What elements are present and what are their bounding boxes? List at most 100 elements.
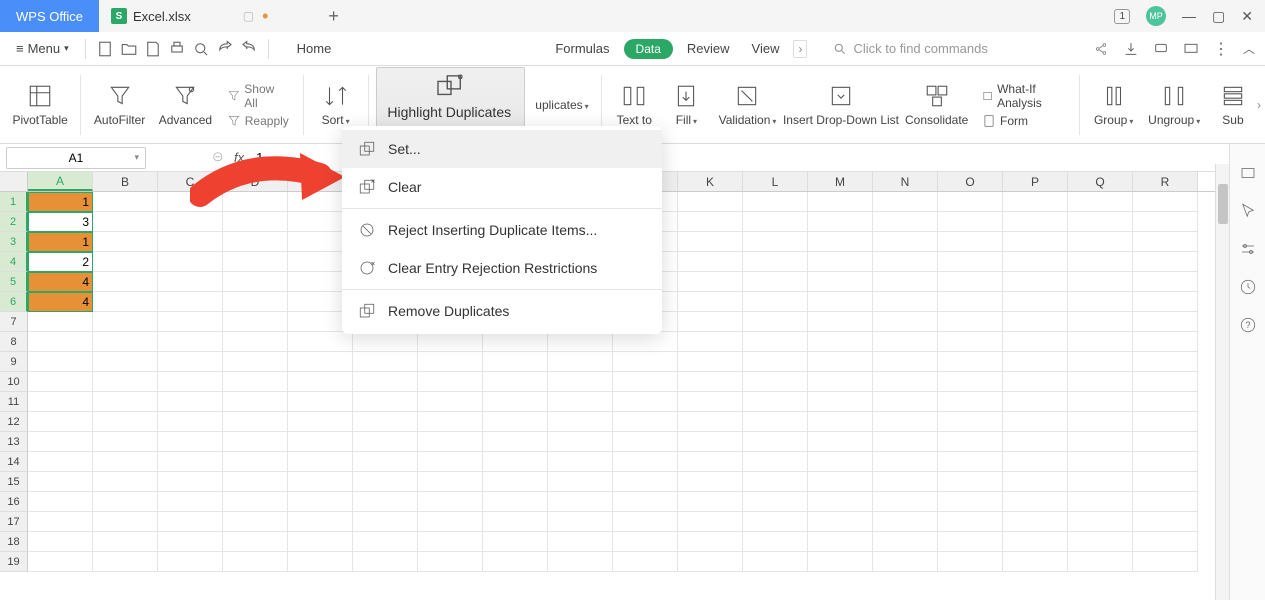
row-header[interactable]: 19: [0, 552, 28, 572]
cell[interactable]: [483, 372, 548, 392]
cell[interactable]: [1003, 272, 1068, 292]
cell[interactable]: [288, 492, 353, 512]
row-header[interactable]: 12: [0, 412, 28, 432]
cursor-icon[interactable]: [1239, 202, 1257, 220]
cell[interactable]: [418, 512, 483, 532]
cell[interactable]: [743, 352, 808, 372]
cell[interactable]: [288, 392, 353, 412]
cell[interactable]: [158, 412, 223, 432]
reapply-button[interactable]: Reapply: [227, 114, 289, 128]
advanced-filter-button[interactable]: Advanced: [154, 79, 217, 131]
cell[interactable]: [158, 392, 223, 412]
cell[interactable]: [548, 372, 613, 392]
cell[interactable]: [1068, 432, 1133, 452]
cell[interactable]: [548, 512, 613, 532]
cell[interactable]: [613, 432, 678, 452]
cell[interactable]: [483, 392, 548, 412]
cell[interactable]: [1133, 312, 1198, 332]
cell[interactable]: [28, 472, 93, 492]
pivottable-button[interactable]: PivotTable: [8, 79, 72, 131]
cell[interactable]: [938, 492, 1003, 512]
share-icon[interactable]: [1093, 41, 1109, 57]
form-button[interactable]: Form: [982, 114, 1065, 128]
tab-view[interactable]: View: [744, 39, 788, 58]
cell[interactable]: [353, 412, 418, 432]
cell[interactable]: [1133, 272, 1198, 292]
cell[interactable]: [28, 492, 93, 512]
column-header[interactable]: P: [1003, 172, 1068, 191]
cell[interactable]: [353, 552, 418, 572]
cell[interactable]: [1133, 352, 1198, 372]
duplicates-partial-button[interactable]: uplicates▾: [531, 94, 594, 116]
cell[interactable]: [743, 432, 808, 452]
cell[interactable]: [1068, 492, 1133, 512]
save-icon[interactable]: [144, 40, 162, 58]
cell[interactable]: [483, 452, 548, 472]
menu-reject-duplicates[interactable]: Reject Inserting Duplicate Items...: [342, 211, 662, 249]
close-button[interactable]: ✕: [1241, 8, 1253, 25]
cell[interactable]: [548, 332, 613, 352]
cell[interactable]: [678, 252, 743, 272]
cell[interactable]: [938, 252, 1003, 272]
cell[interactable]: [353, 332, 418, 352]
cell[interactable]: [938, 432, 1003, 452]
menu-button[interactable]: ≡ Menu ▾: [10, 39, 75, 58]
cell[interactable]: [938, 372, 1003, 392]
cell[interactable]: [1003, 352, 1068, 372]
cell[interactable]: [418, 332, 483, 352]
tab-formulas[interactable]: Formulas: [547, 39, 617, 58]
cell[interactable]: [28, 512, 93, 532]
cell[interactable]: [938, 272, 1003, 292]
cell[interactable]: [873, 372, 938, 392]
cell[interactable]: [93, 292, 158, 312]
cell[interactable]: [158, 472, 223, 492]
cell[interactable]: [418, 432, 483, 452]
cell[interactable]: [418, 492, 483, 512]
cell[interactable]: [1133, 192, 1198, 212]
cell[interactable]: [613, 472, 678, 492]
cell[interactable]: [1003, 472, 1068, 492]
cell[interactable]: [1133, 432, 1198, 452]
minimize-button[interactable]: —: [1182, 8, 1196, 24]
cell[interactable]: [1068, 532, 1133, 552]
cell[interactable]: [93, 412, 158, 432]
cell[interactable]: [483, 472, 548, 492]
cell[interactable]: [93, 472, 158, 492]
whatif-button[interactable]: What-If Analysis: [982, 82, 1065, 110]
cell[interactable]: [223, 372, 288, 392]
cell[interactable]: [938, 392, 1003, 412]
cell[interactable]: [158, 492, 223, 512]
cell[interactable]: [158, 272, 223, 292]
cell[interactable]: [28, 392, 93, 412]
cell[interactable]: [1003, 312, 1068, 332]
cell[interactable]: [808, 432, 873, 452]
cell[interactable]: [1003, 332, 1068, 352]
cell[interactable]: [1003, 232, 1068, 252]
cell[interactable]: [353, 532, 418, 552]
cell[interactable]: [483, 552, 548, 572]
cell[interactable]: [938, 332, 1003, 352]
cell[interactable]: [223, 272, 288, 292]
row-header[interactable]: 9: [0, 352, 28, 372]
cell[interactable]: [1068, 552, 1133, 572]
cell[interactable]: [158, 432, 223, 452]
cell[interactable]: [938, 552, 1003, 572]
cell[interactable]: [158, 552, 223, 572]
cell[interactable]: [808, 312, 873, 332]
cell[interactable]: [1068, 392, 1133, 412]
cell[interactable]: 1: [28, 232, 93, 252]
cell[interactable]: [873, 212, 938, 232]
cell[interactable]: [613, 392, 678, 412]
cell[interactable]: [743, 452, 808, 472]
wps-office-tab[interactable]: WPS Office: [0, 0, 99, 32]
cell[interactable]: [743, 312, 808, 332]
cell[interactable]: [1068, 512, 1133, 532]
redo-icon[interactable]: [240, 40, 258, 58]
cell[interactable]: [223, 532, 288, 552]
cell[interactable]: [1068, 352, 1133, 372]
cell[interactable]: [1068, 272, 1133, 292]
cell[interactable]: [288, 352, 353, 372]
cell[interactable]: [418, 472, 483, 492]
cell[interactable]: [1068, 192, 1133, 212]
cell[interactable]: [743, 372, 808, 392]
